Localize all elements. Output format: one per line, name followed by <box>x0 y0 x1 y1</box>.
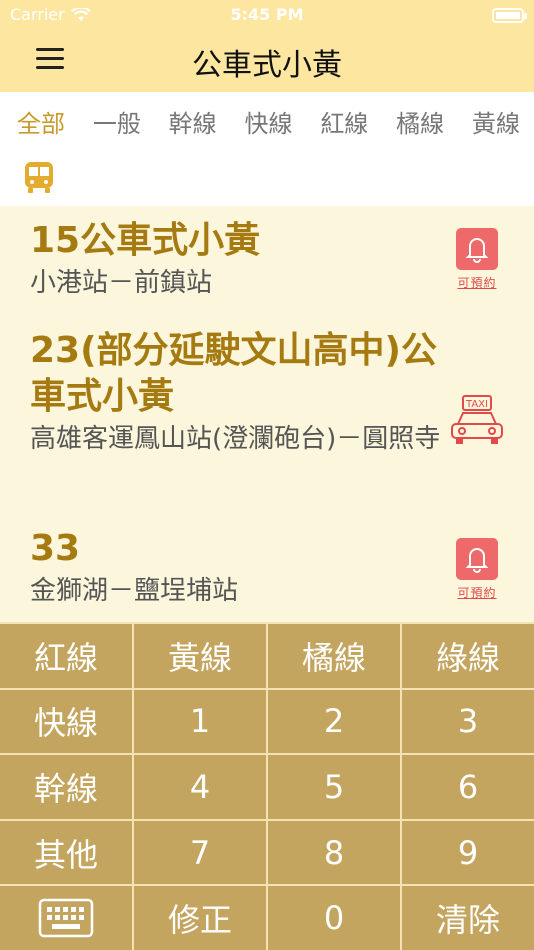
route-stops: 金獅湖－鹽埕埔站 <box>30 576 239 606</box>
route-stops: 高雄客運鳳山站(澄瀾砲台)－圓照寺 <box>30 424 441 454</box>
bell-icon <box>456 228 498 270</box>
key-4[interactable]: 4 <box>134 755 266 819</box>
route-keypad: 紅線 黃線 橘線 綠線 快線 1 2 3 幹線 4 5 6 其他 7 8 9 修… <box>0 622 534 950</box>
key-0[interactable]: 0 <box>268 886 400 950</box>
route-stops: 小港站－前鎮站 <box>30 268 213 298</box>
tab-express[interactable]: 快線 <box>244 104 292 139</box>
route-name: 15公車式小黃 <box>30 220 261 261</box>
key-green-line[interactable]: 綠線 <box>402 624 534 688</box>
route-item[interactable]: 15公車式小黃 小港站－前鎮站 <box>30 218 450 300</box>
key-express[interactable]: 快線 <box>0 689 132 754</box>
taxi-badge[interactable]: TAXI <box>448 394 506 450</box>
taxi-icon: TAXI <box>451 395 503 444</box>
reservable-badge[interactable]: 可預約 <box>452 538 502 601</box>
key-correct[interactable]: 修正 <box>134 886 266 950</box>
route-name: 33 <box>30 528 81 569</box>
reservable-label: 可預約 <box>457 276 497 290</box>
taxi-label: TAXI <box>465 399 488 410</box>
key-yellow-line[interactable]: 黃線 <box>134 624 266 688</box>
bus-icon <box>25 162 53 193</box>
key-clear[interactable]: 清除 <box>402 886 534 950</box>
category-tabs: 全部 一般 幹線 快線 紅線 橘線 黃線 <box>0 92 534 150</box>
route-item[interactable]: 33 金獅湖－鹽埕埔站 <box>30 526 450 608</box>
reservable-label: 可預約 <box>457 586 497 600</box>
key-2[interactable]: 2 <box>268 689 400 754</box>
key-5[interactable]: 5 <box>268 755 400 819</box>
page-title: 公車式小黃 <box>192 48 342 83</box>
tab-yellow-line[interactable]: 黃線 <box>472 104 520 139</box>
status-time: 5:45 PM <box>230 5 304 24</box>
tab-all[interactable]: 全部 <box>17 104 65 139</box>
key-other[interactable]: 其他 <box>0 820 132 885</box>
key-3[interactable]: 3 <box>402 689 534 754</box>
key-trunk[interactable]: 幹線 <box>0 755 132 819</box>
tab-orange-line[interactable]: 橘線 <box>396 104 444 139</box>
key-6[interactable]: 6 <box>402 755 534 819</box>
reservable-badge[interactable]: 可預約 <box>452 228 502 291</box>
battery-icon <box>492 8 527 23</box>
key-1[interactable]: 1 <box>134 689 266 754</box>
status-bar: Carrier 5:45 PM <box>0 0 534 30</box>
tab-trunk[interactable]: 幹線 <box>169 104 217 139</box>
key-7[interactable]: 7 <box>134 820 266 885</box>
key-orange-line[interactable]: 橘線 <box>268 624 400 688</box>
keyboard-toggle-button[interactable] <box>0 886 132 950</box>
route-list: 15公車式小黃 小港站－前鎮站 可預約 23(部分延駛文山高中)公車式小黃 高雄… <box>0 206 534 622</box>
route-item[interactable]: 23(部分延駛文山高中)公車式小黃 高雄客運鳳山站(澄瀾砲台)－圓照寺 <box>30 328 450 456</box>
bell-icon <box>456 538 498 580</box>
key-8[interactable]: 8 <box>268 820 400 885</box>
route-name: 23(部分延駛文山高中)公車式小黃 <box>30 330 438 417</box>
key-red-line[interactable]: 紅線 <box>0 624 132 688</box>
tab-red-line[interactable]: 紅線 <box>320 104 368 139</box>
keyboard-icon <box>38 898 94 938</box>
tab-general[interactable]: 一般 <box>93 104 141 139</box>
nav-bar: 公車式小黃 <box>0 30 534 92</box>
key-9[interactable]: 9 <box>402 820 534 885</box>
